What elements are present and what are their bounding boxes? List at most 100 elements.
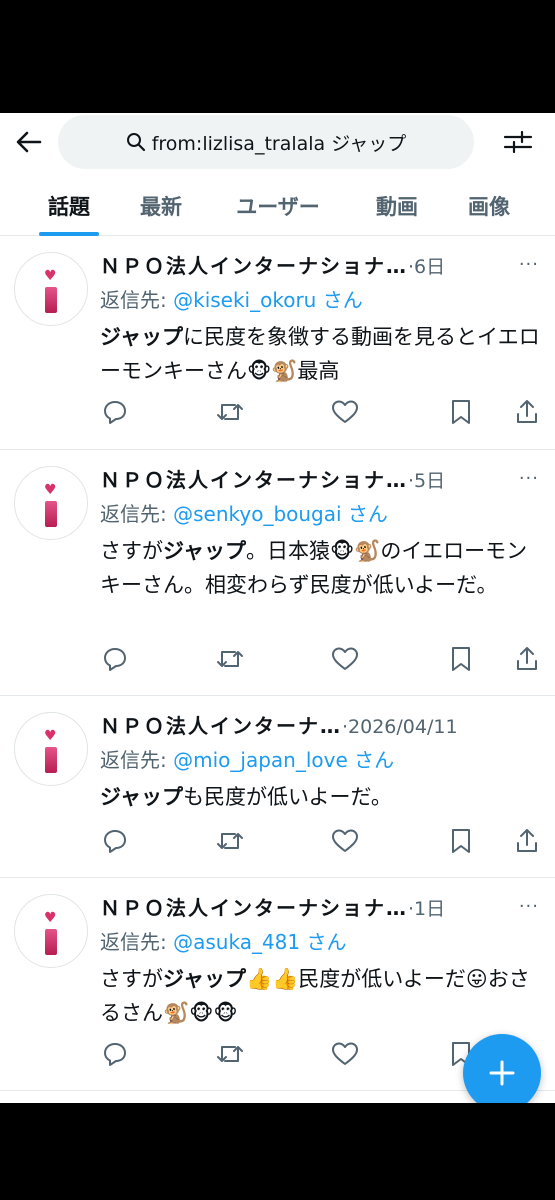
reply-handle-link[interactable]: @senkyo_bougai さん bbox=[173, 502, 388, 526]
back-arrow-icon bbox=[16, 131, 42, 153]
share-button[interactable] bbox=[512, 397, 542, 427]
tab-people[interactable]: ユーザー bbox=[222, 177, 334, 235]
heart-icon bbox=[332, 1042, 358, 1065]
reply-context: 返信先: @asuka_481 さん bbox=[100, 926, 346, 955]
like-button[interactable] bbox=[330, 397, 360, 427]
tab-top[interactable]: 話題 bbox=[30, 177, 108, 235]
search-tabs: 話題 最新 ユーザー 動画 画像 bbox=[0, 177, 555, 236]
share-icon bbox=[517, 400, 537, 423]
display-name[interactable]: ＮＰＯ法人インターナショナ… bbox=[100, 896, 408, 920]
reply-button[interactable] bbox=[100, 397, 130, 427]
retweet-button[interactable] bbox=[215, 1039, 245, 1069]
display-name[interactable]: ＮＰＯ法人インターナ… bbox=[100, 714, 342, 738]
reply-button[interactable] bbox=[100, 644, 130, 674]
share-button[interactable] bbox=[512, 826, 542, 856]
display-name[interactable]: ＮＰＯ法人インターナショナ… bbox=[100, 254, 408, 278]
tweet-text-pre: さすが bbox=[100, 967, 163, 991]
like-button[interactable] bbox=[330, 644, 360, 674]
logo-bar bbox=[45, 501, 57, 527]
tweet[interactable]: ♥ ＮＰＯ法人インターナ…·2026/04/11 返信先: @mio_japan… bbox=[0, 696, 555, 878]
heart-logo-icon: ♥ bbox=[44, 910, 57, 926]
tweet-text: ジャップに民度を象徴する動画を見るとイエローモンキーさん🐵🐒最高 bbox=[100, 320, 540, 388]
display-name[interactable]: ＮＰＯ法人インターナショナ… bbox=[100, 468, 408, 492]
retweet-icon bbox=[217, 833, 243, 849]
heart-icon bbox=[332, 400, 358, 423]
heart-icon bbox=[332, 647, 358, 670]
logo-bar bbox=[45, 287, 57, 313]
tweet[interactable]: ♥ ＮＰＯ法人インターナショナ…·6日 ··· 返信先: @kiseki_oko… bbox=[0, 236, 555, 450]
heart-logo-icon: ♥ bbox=[44, 728, 57, 744]
tweet-text: さすがジャップ👍👍民度が低いよーだ😛おさるさん🐒🐵🐵 bbox=[100, 962, 540, 1030]
reply-handle-link[interactable]: @kiseki_okoru さん bbox=[173, 288, 363, 312]
filter-sliders-icon bbox=[503, 130, 533, 154]
like-button[interactable] bbox=[330, 1039, 360, 1069]
bookmark-button[interactable] bbox=[446, 397, 476, 427]
more-options-icon[interactable]: ··· bbox=[519, 896, 539, 917]
heart-logo-icon: ♥ bbox=[44, 268, 57, 284]
timestamp[interactable]: 5日 bbox=[414, 470, 445, 492]
share-icon bbox=[517, 647, 537, 670]
bookmark-button[interactable] bbox=[446, 826, 476, 856]
heart-icon bbox=[332, 829, 358, 852]
share-button[interactable] bbox=[512, 644, 542, 674]
bookmark-button[interactable] bbox=[446, 644, 476, 674]
reply-context: 返信先: @kiseki_okoru さん bbox=[100, 284, 363, 313]
retweet-button[interactable] bbox=[215, 644, 245, 674]
reply-handle-link[interactable]: @mio_japan_love さん bbox=[173, 748, 394, 772]
heart-logo-icon: ♥ bbox=[44, 482, 57, 498]
retweet-icon bbox=[217, 651, 243, 667]
reply-icon bbox=[104, 401, 126, 424]
bookmark-icon bbox=[452, 647, 470, 671]
reply-label: 返信先: bbox=[100, 288, 174, 312]
top-bar: from:lizlisa_tralala ジャップ bbox=[0, 113, 555, 173]
retweet-icon bbox=[217, 1046, 243, 1062]
tweet-text: さすがジャップ。日本猿🐵🐒のイエローモンキーさん。相変わらず民度が低いよーだ。 bbox=[100, 534, 540, 602]
reply-button[interactable] bbox=[100, 1039, 130, 1069]
search-input[interactable]: from:lizlisa_tralala ジャップ bbox=[58, 115, 474, 169]
reply-label: 返信先: bbox=[100, 930, 174, 954]
back-button[interactable] bbox=[14, 127, 44, 157]
retweet-button[interactable] bbox=[215, 826, 245, 856]
plus-icon bbox=[489, 1060, 515, 1086]
avatar[interactable]: ♥ bbox=[14, 252, 88, 326]
search-query: from:lizlisa_tralala ジャップ bbox=[151, 132, 407, 155]
like-button[interactable] bbox=[330, 826, 360, 856]
reply-button[interactable] bbox=[100, 826, 130, 856]
tab-images[interactable]: 画像 bbox=[450, 177, 528, 235]
tweet-actions bbox=[100, 644, 544, 678]
avatar[interactable]: ♥ bbox=[14, 712, 88, 786]
retweet-button[interactable] bbox=[215, 397, 245, 427]
avatar[interactable]: ♥ bbox=[14, 894, 88, 968]
share-icon bbox=[517, 829, 537, 852]
highlighted-term: ジャップ bbox=[163, 539, 246, 563]
tweet-header: ＮＰＯ法人インターナショナ…·5日 bbox=[100, 464, 490, 496]
search-results-screen: from:lizlisa_tralala ジャップ 話題 最新 ユーザー 動画 … bbox=[0, 113, 555, 1103]
highlighted-term: ジャップ bbox=[100, 325, 183, 349]
reply-label: 返信先: bbox=[100, 748, 174, 772]
timestamp[interactable]: 1日 bbox=[414, 898, 445, 920]
reply-context: 返信先: @mio_japan_love さん bbox=[100, 744, 394, 773]
reply-handle-link[interactable]: @asuka_481 さん bbox=[173, 930, 346, 954]
more-options-icon[interactable]: ··· bbox=[519, 254, 539, 275]
avatar[interactable]: ♥ bbox=[14, 466, 88, 540]
tab-latest[interactable]: 最新 bbox=[122, 177, 200, 235]
tweet-header: ＮＰＯ法人インターナショナ…·1日 bbox=[100, 892, 490, 924]
timestamp[interactable]: 2026/04/11 bbox=[348, 716, 458, 738]
timestamp[interactable]: 6日 bbox=[414, 256, 445, 278]
search-filter-button[interactable] bbox=[503, 127, 533, 157]
tweet-header: ＮＰＯ法人インターナ…·2026/04/11 bbox=[100, 710, 490, 742]
compose-button[interactable] bbox=[463, 1034, 541, 1103]
tweet-text-pre: さすが bbox=[100, 539, 163, 563]
tweet-actions bbox=[100, 397, 544, 431]
bookmark-icon bbox=[452, 400, 470, 424]
logo-bar bbox=[45, 747, 57, 773]
reply-icon bbox=[104, 830, 126, 853]
highlighted-term: ジャップ bbox=[163, 967, 246, 991]
reply-context: 返信先: @senkyo_bougai さん bbox=[100, 498, 388, 527]
tab-videos[interactable]: 動画 bbox=[358, 177, 436, 235]
tweet-text-rest: も民度が低いよーだ。 bbox=[182, 785, 392, 809]
more-options-icon[interactable]: ··· bbox=[519, 468, 539, 489]
tweet[interactable]: ♥ ＮＰＯ法人インターナショナ…·5日 ··· 返信先: @senkyo_bou… bbox=[0, 450, 555, 696]
reply-icon bbox=[104, 1043, 126, 1066]
logo-bar bbox=[45, 929, 57, 955]
